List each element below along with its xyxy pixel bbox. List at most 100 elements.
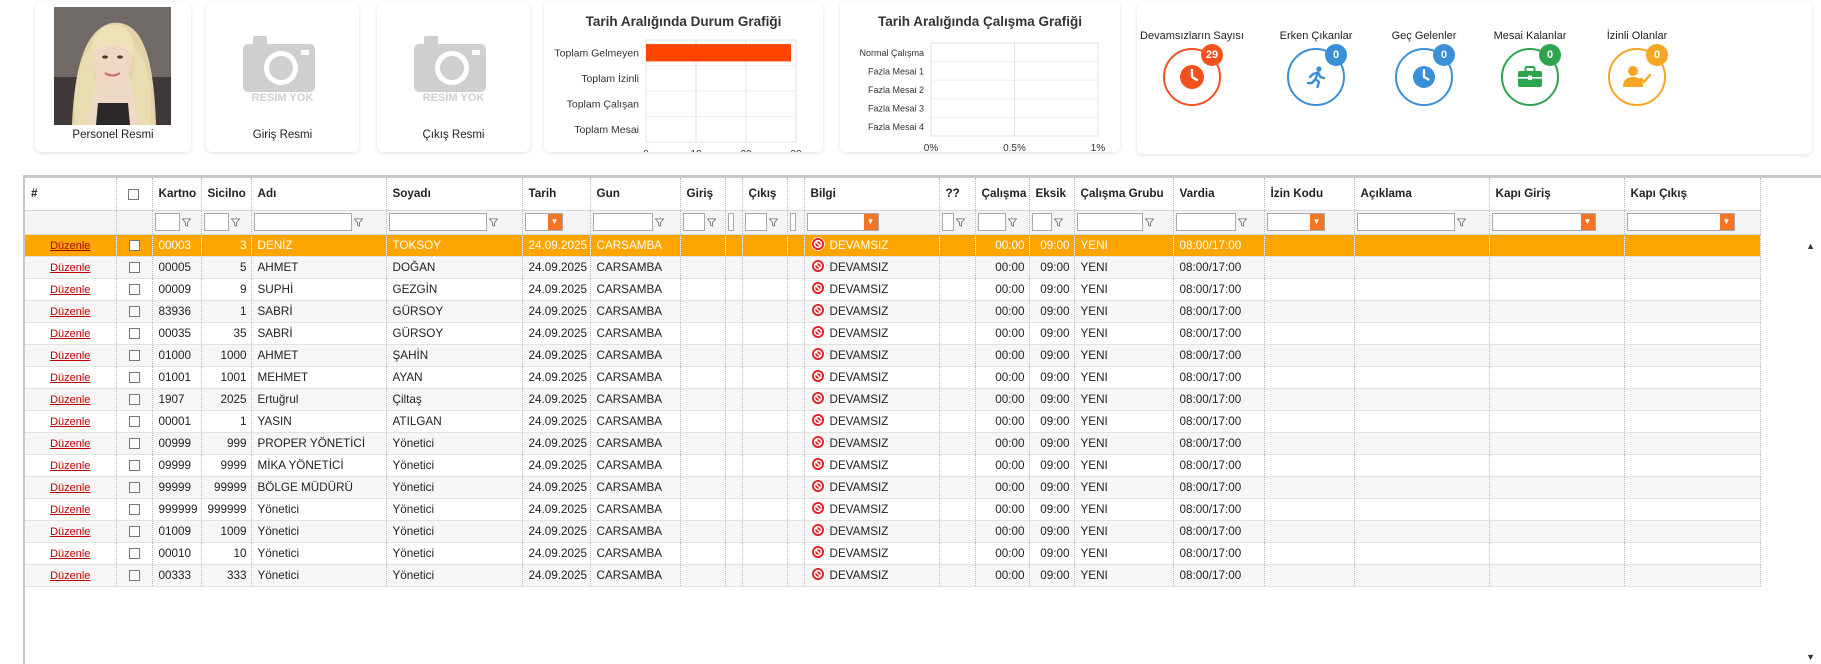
counter-gec-gelen[interactable]: Geç Gelenler 0 xyxy=(1369,30,1479,106)
scroll-up-arrow-icon[interactable]: ▲ xyxy=(1806,241,1815,251)
edit-link[interactable]: Düzenle xyxy=(50,372,90,384)
row-checkbox[interactable] xyxy=(128,283,140,295)
counter-mesai-kalan[interactable]: Mesai Kalanlar 0 xyxy=(1475,30,1585,106)
edit-link[interactable]: Düzenle xyxy=(50,438,90,450)
filter-icon[interactable] xyxy=(488,217,498,227)
filter-input[interactable] xyxy=(388,213,487,231)
edit-link[interactable]: Düzenle xyxy=(50,482,90,494)
filter-icon[interactable] xyxy=(955,217,965,227)
col-header[interactable]: Kapı Çıkış xyxy=(1624,178,1761,211)
chevron-down-icon[interactable]: ▼ xyxy=(1309,214,1324,230)
chevron-down-icon[interactable]: ▼ xyxy=(863,214,878,230)
edit-link[interactable]: Düzenle xyxy=(50,548,90,560)
edit-link[interactable]: Düzenle xyxy=(50,262,90,274)
edit-link[interactable]: Düzenle xyxy=(50,284,90,296)
table-row[interactable]: Düzenle 00999 999 PROPER YÖNETİCİ Yönetici 24… xyxy=(25,432,1761,455)
row-checkbox[interactable] xyxy=(128,349,140,361)
col-header[interactable]: Çalışma Grubu xyxy=(1074,178,1174,211)
filter-input[interactable] xyxy=(941,213,954,231)
filter-input[interactable] xyxy=(154,213,180,231)
filter-icon[interactable] xyxy=(1144,217,1154,227)
filter-icon[interactable] xyxy=(230,217,240,227)
filter-input[interactable] xyxy=(789,213,796,231)
filter-icon[interactable] xyxy=(1007,217,1017,227)
table-row[interactable]: Düzenle 00001 1 YASIN ATILGAN 24.09.2025 CARSA… xyxy=(25,410,1761,433)
col-header[interactable]: Açıklama xyxy=(1354,178,1490,211)
filter-input[interactable] xyxy=(1175,213,1236,231)
col-header[interactable]: Vardia xyxy=(1173,178,1265,211)
filter-input[interactable] xyxy=(1356,213,1455,231)
table-row[interactable]: Düzenle 99999 99999 BÖLGE MÜDÜRÜ Yönetici 24.… xyxy=(25,476,1761,499)
col-header[interactable]: İzin Kodu xyxy=(1264,178,1355,211)
table-row[interactable]: Düzenle 01009 1009 Yönetici Yönetici 24.09.20… xyxy=(25,520,1761,543)
counter-devamsiz[interactable]: Devamsızların Sayısı 29 xyxy=(1137,30,1247,106)
row-checkbox[interactable] xyxy=(128,459,140,471)
edit-link[interactable]: Düzenle xyxy=(50,350,90,362)
filter-icon[interactable] xyxy=(768,217,778,227)
filter-dropdown[interactable]: ▼ xyxy=(1266,213,1325,231)
counter-erken-cikan[interactable]: Erken Çıkanlar 0 xyxy=(1261,30,1371,106)
col-header[interactable]: Kapı Giriş xyxy=(1489,178,1625,211)
row-checkbox[interactable] xyxy=(128,261,140,273)
filter-input[interactable] xyxy=(253,213,352,231)
filter-input[interactable] xyxy=(744,213,767,231)
row-checkbox[interactable] xyxy=(128,371,140,383)
scroll-down-arrow-icon[interactable]: ▼ xyxy=(1806,652,1815,662)
col-header[interactable] xyxy=(787,178,805,211)
row-checkbox[interactable] xyxy=(128,481,140,493)
col-header[interactable]: Gun xyxy=(590,178,681,211)
filter-input[interactable] xyxy=(1076,213,1143,231)
filter-icon[interactable] xyxy=(1237,217,1247,227)
filter-icon[interactable] xyxy=(1053,217,1063,227)
row-checkbox[interactable] xyxy=(128,393,140,405)
table-row[interactable]: Düzenle 83936 1 SABRİ GÜRSOY 24.09.2025 CARSAM… xyxy=(25,300,1761,323)
row-checkbox[interactable] xyxy=(128,415,140,427)
table-row[interactable]: Düzenle 00009 9 SUPHİ GEZGİN 24.09.2025 CARSAM… xyxy=(25,278,1761,301)
edit-link[interactable]: Düzenle xyxy=(50,328,90,340)
filter-dropdown[interactable]: ▼ xyxy=(1626,213,1735,231)
filter-input[interactable] xyxy=(592,213,653,231)
filter-dropdown[interactable]: ▼ xyxy=(1491,213,1596,231)
filter-input[interactable] xyxy=(203,213,229,231)
table-row[interactable]: Düzenle 01000 1000 AHMET ŞAHİN 24.09.2025 CARS… xyxy=(25,344,1761,367)
edit-link[interactable]: Düzenle xyxy=(50,526,90,538)
edit-link[interactable]: Düzenle xyxy=(50,504,90,516)
col-header[interactable]: Giriş xyxy=(680,178,726,211)
col-header[interactable]: Eksik xyxy=(1029,178,1075,211)
chevron-down-icon[interactable]: ▼ xyxy=(1719,214,1734,230)
filter-dropdown[interactable]: ▼ xyxy=(524,213,563,231)
filter-icon[interactable] xyxy=(181,217,191,227)
col-header[interactable]: # xyxy=(25,178,117,211)
table-row[interactable]: Düzenle 01001 1001 MEHMET AYAN 24.09.2025 CARS… xyxy=(25,366,1761,389)
filter-icon[interactable] xyxy=(1456,217,1466,227)
filter-icon[interactable] xyxy=(353,217,363,227)
col-header[interactable]: Soyadı xyxy=(386,178,523,211)
col-header[interactable]: Çıkış xyxy=(742,178,788,211)
edit-link[interactable]: Düzenle xyxy=(50,394,90,406)
col-header[interactable] xyxy=(725,178,743,211)
table-row[interactable]: Düzenle 00035 35 SABRİ GÜRSOY 24.09.2025 CARSA… xyxy=(25,322,1761,345)
col-header[interactable]: Kartno xyxy=(152,178,202,211)
row-checkbox[interactable] xyxy=(128,569,140,581)
row-checkbox[interactable] xyxy=(128,525,140,537)
filter-icon[interactable] xyxy=(706,217,716,227)
row-checkbox[interactable] xyxy=(128,327,140,339)
filter-input[interactable] xyxy=(977,213,1006,231)
select-all-checkbox[interactable] xyxy=(127,188,139,200)
edit-link[interactable]: Düzenle xyxy=(50,460,90,472)
col-header-select-all[interactable] xyxy=(116,178,153,211)
row-checkbox[interactable] xyxy=(128,305,140,317)
filter-dropdown[interactable]: ▼ xyxy=(806,213,879,231)
col-header[interactable]: Çalışma xyxy=(975,178,1030,211)
filter-input[interactable] xyxy=(1031,213,1052,231)
filter-icon[interactable] xyxy=(654,217,664,227)
row-checkbox[interactable] xyxy=(128,503,140,515)
chevron-down-icon[interactable]: ▼ xyxy=(1580,214,1595,230)
table-row[interactable]: Düzenle 00333 333 Yönetici Yönetici 24.09.202… xyxy=(25,564,1761,587)
col-header[interactable]: Sicilno xyxy=(201,178,252,211)
edit-link[interactable]: Düzenle xyxy=(50,416,90,428)
chevron-down-icon[interactable]: ▼ xyxy=(547,214,562,230)
row-checkbox[interactable] xyxy=(128,547,140,559)
col-header[interactable]: ?? xyxy=(939,178,976,211)
col-header[interactable]: Tarih xyxy=(522,178,591,211)
